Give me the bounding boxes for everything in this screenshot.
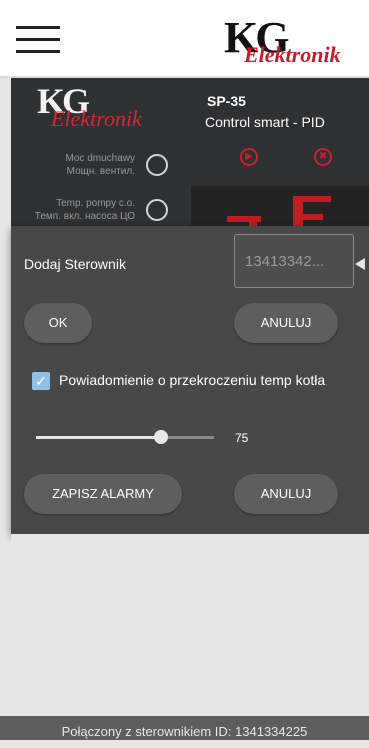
pump-temp-radio[interactable]	[146, 199, 168, 221]
connection-status: Połączony z sterownikiem ID: 1341334225	[0, 716, 369, 740]
fan-icon[interactable]: ✖	[314, 148, 332, 166]
controller-panel: KG Elektronik SP-35 Control smart - PID …	[11, 78, 369, 228]
led-display	[191, 186, 369, 228]
pump-temp-label-ru: Темп. вкл. насоса ЦО	[34, 211, 135, 222]
fan-power-label: Moc dmuchawy Мощн. вентил.	[66, 152, 135, 178]
cancel-button[interactable]: ANULUJ	[234, 303, 338, 343]
alarm-checkbox[interactable]: ✓	[32, 372, 50, 390]
alarm-checkbox-label[interactable]: Powiadomienie o przekroczeniu temp kotła	[59, 372, 325, 388]
add-controller-dialog: Dodaj Sterownik 13413342... OK ANULUJ ✓ …	[11, 226, 369, 534]
temp-slider-fill	[36, 436, 161, 439]
cancel-alarms-button[interactable]: ANULUJ	[234, 474, 338, 514]
temp-slider-thumb[interactable]	[154, 430, 168, 444]
pump-temp-label: Temp. pompy c.o. Темп. вкл. насоса ЦО	[35, 197, 135, 223]
fan-power-label-ru: Мощн. вентил.	[66, 166, 135, 177]
pump-temp-label-pl: Temp. pompy c.o.	[56, 198, 135, 209]
controller-subtitle: Control smart - PID	[205, 114, 325, 130]
fan-power-radio[interactable]	[146, 154, 168, 176]
controller-id-input[interactable]: 13413342...	[234, 234, 354, 288]
play-icon[interactable]: ▶	[240, 148, 258, 166]
brand-logo-elektronik: Elektronik	[244, 42, 341, 67]
content-area	[11, 534, 369, 716]
panel-logo-elektronik: Elektronik	[51, 106, 142, 131]
ok-button[interactable]: OK	[24, 303, 92, 343]
save-alarms-button[interactable]: ZAPISZ ALARMY	[24, 474, 182, 514]
input-handle-icon	[355, 258, 365, 270]
app-header: KG Elektronik	[0, 0, 369, 78]
brand-logo: KG Elektronik	[222, 10, 367, 70]
controller-model: SP-35	[207, 93, 246, 109]
temp-slider-value: 75	[235, 431, 249, 445]
add-controller-label: Dodaj Sterownik	[24, 256, 126, 272]
fan-power-label-pl: Moc dmuchawy	[65, 153, 135, 164]
menu-icon[interactable]	[16, 26, 60, 54]
